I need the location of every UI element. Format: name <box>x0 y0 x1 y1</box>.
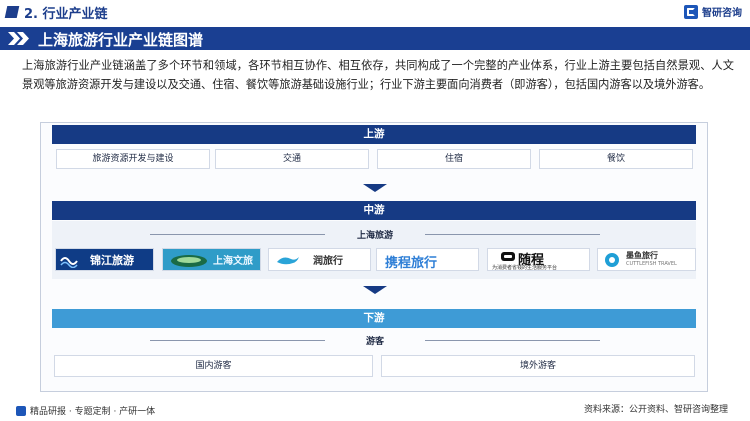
jinjiang-wave-icon <box>60 257 78 268</box>
down-arrow-icon <box>363 184 387 192</box>
logo-runlvxing: 润旅行 <box>268 248 371 271</box>
logo-moyu-text: 墨鱼旅行 <box>626 251 658 260</box>
upstream-item-catering: 餐饮 <box>539 149 693 169</box>
logo-moyu-sub: CUTTLEFISH TRAVEL <box>626 261 677 267</box>
upstream-item-resources: 旅游资源开发与建设 <box>56 149 210 169</box>
section-title: 2. 行业产业链 <box>24 7 108 22</box>
downstream-item-domestic: 国内游客 <box>54 355 373 377</box>
data-source: 资料来源：公开资料、智研咨询整理 <box>583 405 728 415</box>
brand-logo-text: 智研咨询 <box>702 8 742 19</box>
logo-runlvxing-text: 润旅行 <box>313 256 343 267</box>
upstream-item-lodging: 住宿 <box>377 149 531 169</box>
intro-paragraph: 上海旅游行业产业链涵盖了多个环节和领域，各环节相互协作、相互依存，共同构成了一个… <box>22 59 734 91</box>
logo-jinjiang-text: 锦江旅游 <box>90 254 134 267</box>
upstream-header: 上游 <box>52 125 696 144</box>
page-title: 上海旅游行业产业链图谱 <box>38 31 204 49</box>
logo-ctrip: 携程旅行 <box>376 248 479 271</box>
whale-icon <box>277 257 299 265</box>
logo-ctrip-text: 携程旅行 <box>385 256 438 271</box>
logo-wenlv-text: 上海文旅 <box>213 256 253 267</box>
downstream-item-overseas: 境外游客 <box>381 355 695 377</box>
brand-mark-icon <box>16 405 26 416</box>
divider-line <box>425 234 600 235</box>
title-banner: 上海旅游行业产业链图谱 <box>0 27 750 50</box>
logo-shanghai-wenlv: 上海文旅 <box>162 248 261 271</box>
divider-line <box>425 340 600 341</box>
top-bar: 2. 行业产业链 智研咨询 <box>0 0 750 26</box>
footer-tagline-text: 精品研报 · 专题定制 · 产研一体 <box>30 407 156 417</box>
downstream-header: 下游 <box>52 309 696 328</box>
upstream-item-transport: 交通 <box>215 149 369 169</box>
logo-suicheng: 随程 为消费者省钱的生活服务平台 <box>487 248 590 271</box>
brand-logo: 智研咨询 <box>684 4 742 19</box>
logo-suicheng-sub: 为消费者省钱的生活服务平台 <box>492 265 558 271</box>
wenlv-shape-icon <box>171 255 207 267</box>
logo-jinjiang: 锦江旅游 <box>55 248 154 271</box>
moyu-circle-icon <box>605 253 619 267</box>
midstream-header: 中游 <box>52 201 696 220</box>
divider-line <box>150 340 325 341</box>
double-chevron-icon <box>8 32 29 45</box>
suicheng-mark-icon <box>501 252 515 261</box>
brand-logo-icon <box>684 4 698 19</box>
down-arrow-icon <box>363 286 387 294</box>
section-marker-icon <box>4 6 20 18</box>
divider-line <box>150 234 325 235</box>
logo-moyu: 墨鱼旅行 CUTTLEFISH TRAVEL <box>597 248 696 271</box>
footer-tagline: 精品研报 · 专题定制 · 产研一体 <box>16 404 155 417</box>
